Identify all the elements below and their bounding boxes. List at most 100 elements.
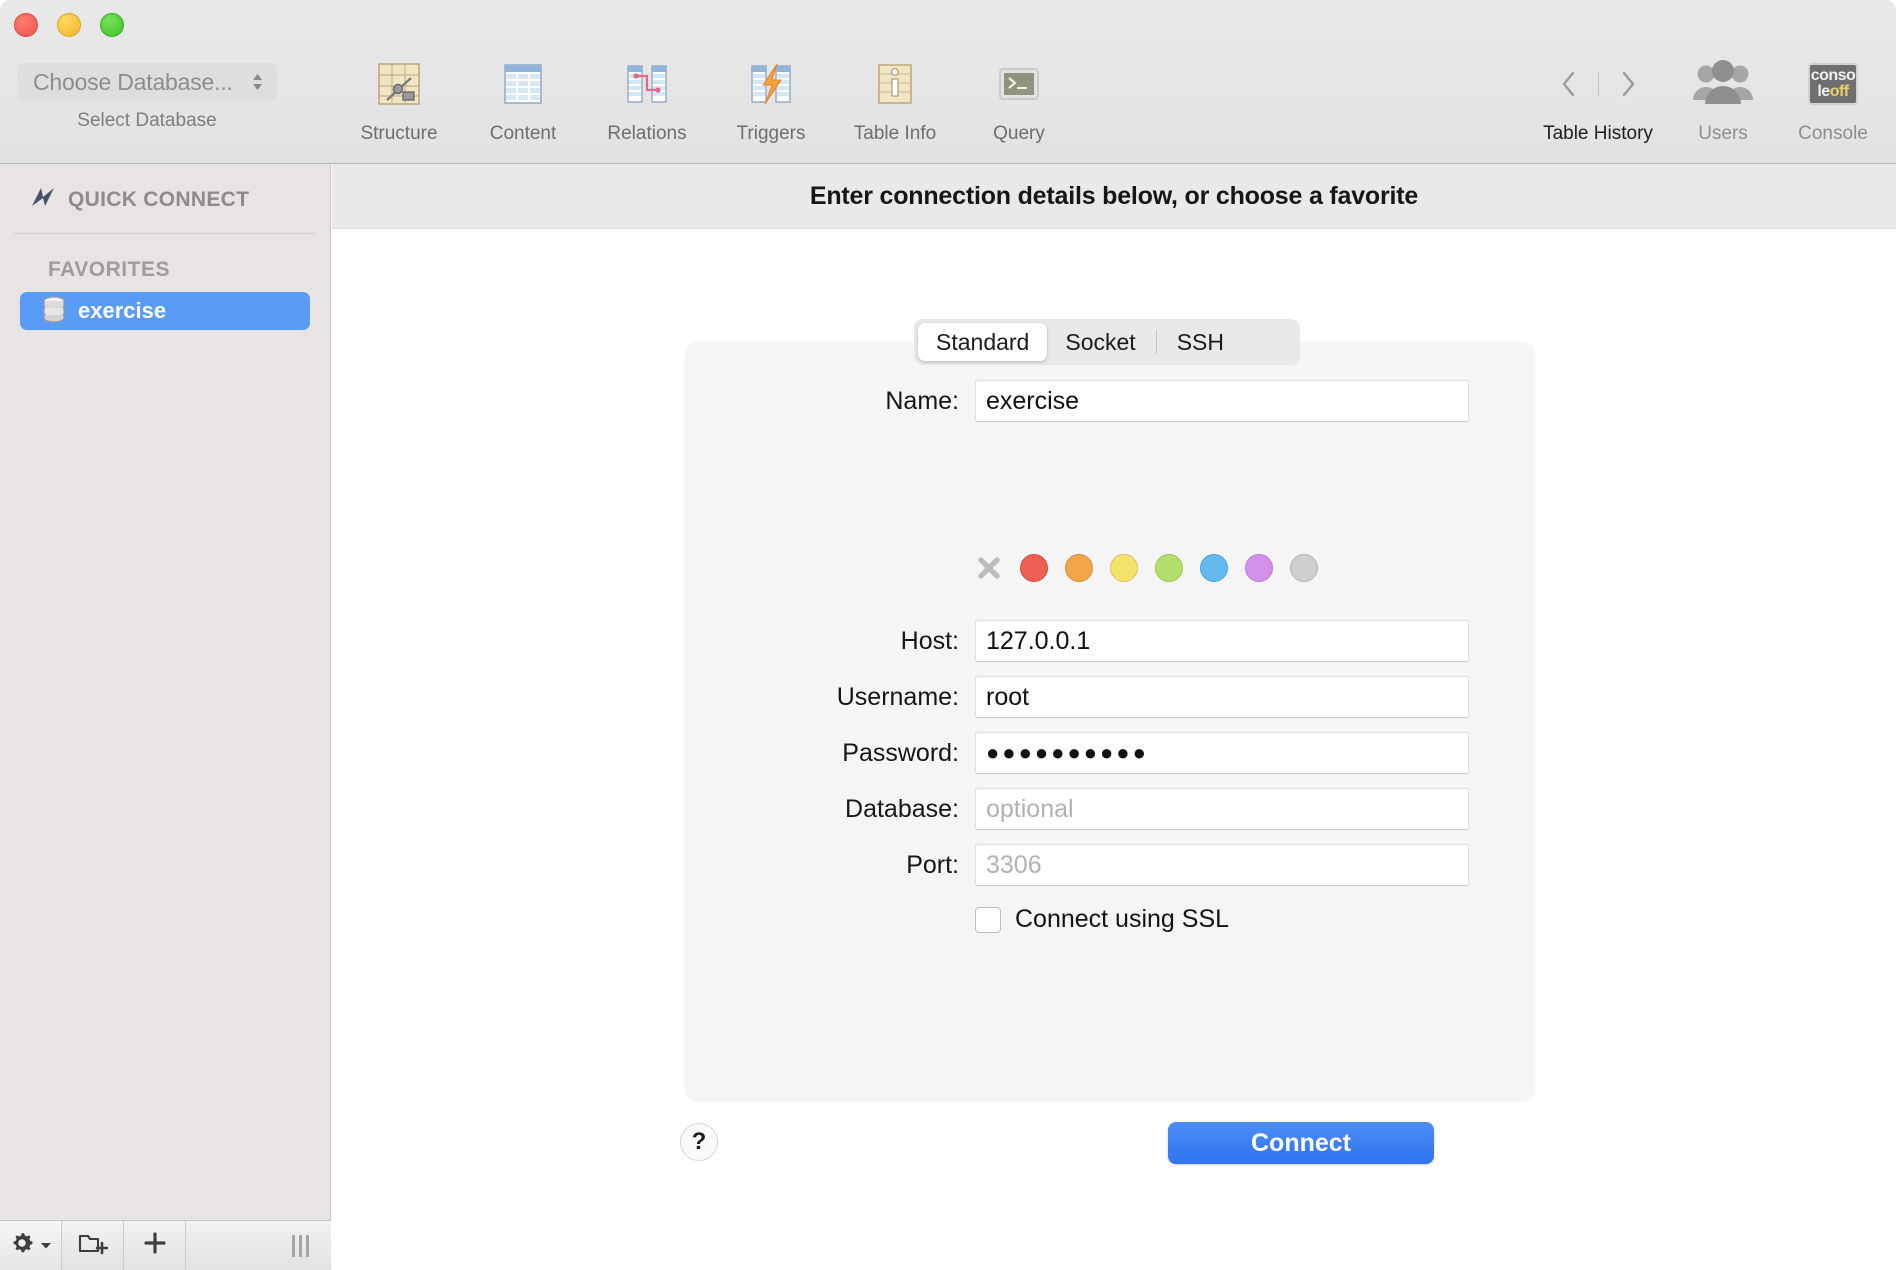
name-input[interactable]: exercise xyxy=(975,380,1469,422)
tab-separator xyxy=(1155,330,1157,354)
username-label: Username: xyxy=(836,682,959,711)
quick-connect-label: QUICK CONNECT xyxy=(68,187,250,211)
toolbar-button-structure[interactable]: Structure xyxy=(337,55,461,145)
toolbar-label-relations: Relations xyxy=(607,123,687,144)
database-input[interactable]: optional xyxy=(975,788,1469,830)
form-row-port: Port: 3306 xyxy=(685,844,1535,886)
toolbar-button-table-info[interactable]: Table Info xyxy=(833,55,957,145)
toolbar-label-users: Users xyxy=(1698,123,1748,144)
connection-form-panel: Name: exercise Host: 127.0.0.1 Username:… xyxy=(685,342,1535,1100)
favorite-item-exercise[interactable]: exercise xyxy=(20,292,310,330)
toolbar-button-triggers[interactable]: Triggers xyxy=(709,55,833,145)
toolbar-button-console[interactable]: conso leoff Console xyxy=(1778,55,1888,145)
banner-text: Enter connection details below, or choos… xyxy=(809,181,1419,210)
form-row-host: Host: 127.0.0.1 xyxy=(685,620,1535,662)
form-row-database: Database: optional xyxy=(685,788,1535,830)
choose-database-label: Choose Database... xyxy=(33,68,233,95)
resize-grip-icon[interactable] xyxy=(292,1221,331,1270)
window-toolbar: Choose Database... Select Database Struc… xyxy=(0,0,1896,164)
gear-icon xyxy=(9,1230,35,1261)
select-database-caption: Select Database xyxy=(77,110,217,131)
history-arrows-icon xyxy=(1560,55,1637,113)
sidebar-new-folder-button[interactable] xyxy=(62,1221,124,1270)
port-label: Port: xyxy=(906,850,959,879)
close-button[interactable] xyxy=(14,13,38,37)
toolbar-button-content[interactable]: Content xyxy=(461,55,585,145)
console-badge-line1: conso xyxy=(1810,67,1856,84)
favorite-color-swatches xyxy=(975,554,1318,582)
ssl-checkbox-row[interactable]: Connect using SSL xyxy=(975,905,1229,934)
table-info-icon xyxy=(869,55,921,113)
structure-icon xyxy=(373,55,425,113)
database-label: Database: xyxy=(845,794,959,823)
minimize-button[interactable] xyxy=(57,13,81,37)
connection-type-tabs: Standard Socket SSH xyxy=(914,319,1300,365)
color-swatch-red[interactable] xyxy=(1020,554,1048,582)
color-swatch-purple[interactable] xyxy=(1245,554,1273,582)
clear-color-icon[interactable] xyxy=(975,554,1003,582)
favorites-sidebar: QUICK CONNECT FAVORITES exercise xyxy=(0,164,331,1270)
sidebar-settings-button[interactable] xyxy=(0,1221,62,1270)
color-swatch-blue[interactable] xyxy=(1200,554,1228,582)
tab-socket[interactable]: Socket xyxy=(1047,323,1153,361)
main-content: Enter connection details below, or choos… xyxy=(332,164,1896,1270)
toolbar-label-structure: Structure xyxy=(360,123,438,144)
toolbar-label-table-history: Table History xyxy=(1543,123,1653,144)
toolbar-label-table-info: Table Info xyxy=(853,123,937,144)
sidebar-bottom-spacer xyxy=(186,1221,292,1270)
host-input[interactable]: 127.0.0.1 xyxy=(975,620,1469,662)
color-swatch-green[interactable] xyxy=(1155,554,1183,582)
connect-button[interactable]: Connect xyxy=(1168,1122,1434,1164)
toolbar-right-group: Table History Users conso leoff Console xyxy=(1528,55,1888,145)
username-input[interactable]: root xyxy=(975,676,1469,718)
ssl-label: Connect using SSL xyxy=(1015,905,1230,933)
color-swatch-orange[interactable] xyxy=(1065,554,1093,582)
form-row-name: Name: exercise xyxy=(685,380,1535,422)
toolbar-button-relations[interactable]: Relations xyxy=(585,55,709,145)
toolbar-label-query: Query xyxy=(993,123,1045,144)
lightning-bolt-icon xyxy=(30,186,56,213)
select-database-group: Choose Database... Select Database xyxy=(17,63,277,132)
choose-database-dropdown[interactable]: Choose Database... xyxy=(17,63,277,101)
toolbar-button-group: Structure Content Relations Triggers Tab… xyxy=(337,55,1081,145)
name-label: Name: xyxy=(885,386,959,415)
ssl-checkbox[interactable] xyxy=(975,906,1001,933)
toolbar-label-console: Console xyxy=(1798,123,1868,144)
database-icon xyxy=(42,295,66,327)
plus-icon xyxy=(142,1230,168,1261)
console-badge-line2b: off xyxy=(1829,83,1849,100)
zoom-button[interactable] xyxy=(100,13,124,37)
form-row-password: Password: ●●●●●●●●●● xyxy=(685,732,1535,774)
tab-ssh[interactable]: SSH xyxy=(1159,323,1242,361)
sidebar-item-quick-connect[interactable]: QUICK CONNECT xyxy=(0,164,330,233)
port-input[interactable]: 3306 xyxy=(975,844,1469,886)
triggers-icon xyxy=(745,55,797,113)
query-icon xyxy=(993,55,1045,113)
toolbar-label-content: Content xyxy=(489,123,557,144)
users-icon xyxy=(1692,55,1754,113)
relations-icon xyxy=(621,55,673,113)
password-label: Password: xyxy=(842,738,959,767)
chevron-updown-icon xyxy=(250,72,265,92)
color-swatch-gray[interactable] xyxy=(1290,554,1318,582)
favorite-name: exercise xyxy=(78,298,167,323)
connection-banner: Enter connection details below, or choos… xyxy=(332,164,1896,229)
sidebar-bottom-toolbar xyxy=(0,1220,331,1270)
toolbar-label-triggers: Triggers xyxy=(736,123,806,144)
sidebar-add-favorite-button[interactable] xyxy=(124,1221,186,1270)
toolbar-button-table-history[interactable]: Table History xyxy=(1528,55,1668,145)
form-row-username: Username: root xyxy=(685,676,1535,718)
toolbar-button-users[interactable]: Users xyxy=(1668,55,1778,145)
app-window: Choose Database... Select Database Struc… xyxy=(0,0,1896,1270)
help-button[interactable]: ? xyxy=(680,1123,718,1161)
tab-standard[interactable]: Standard xyxy=(918,323,1048,361)
content-icon xyxy=(497,55,549,113)
toolbar-button-query[interactable]: Query xyxy=(957,55,1081,145)
favorites-header: FAVORITES xyxy=(48,258,170,281)
password-input[interactable]: ●●●●●●●●●● xyxy=(975,732,1469,774)
host-label: Host: xyxy=(900,626,959,655)
console-badge-line2a: le xyxy=(1817,83,1830,100)
color-swatch-yellow[interactable] xyxy=(1110,554,1138,582)
traffic-lights xyxy=(14,13,124,37)
console-icon: conso leoff xyxy=(1808,55,1858,113)
